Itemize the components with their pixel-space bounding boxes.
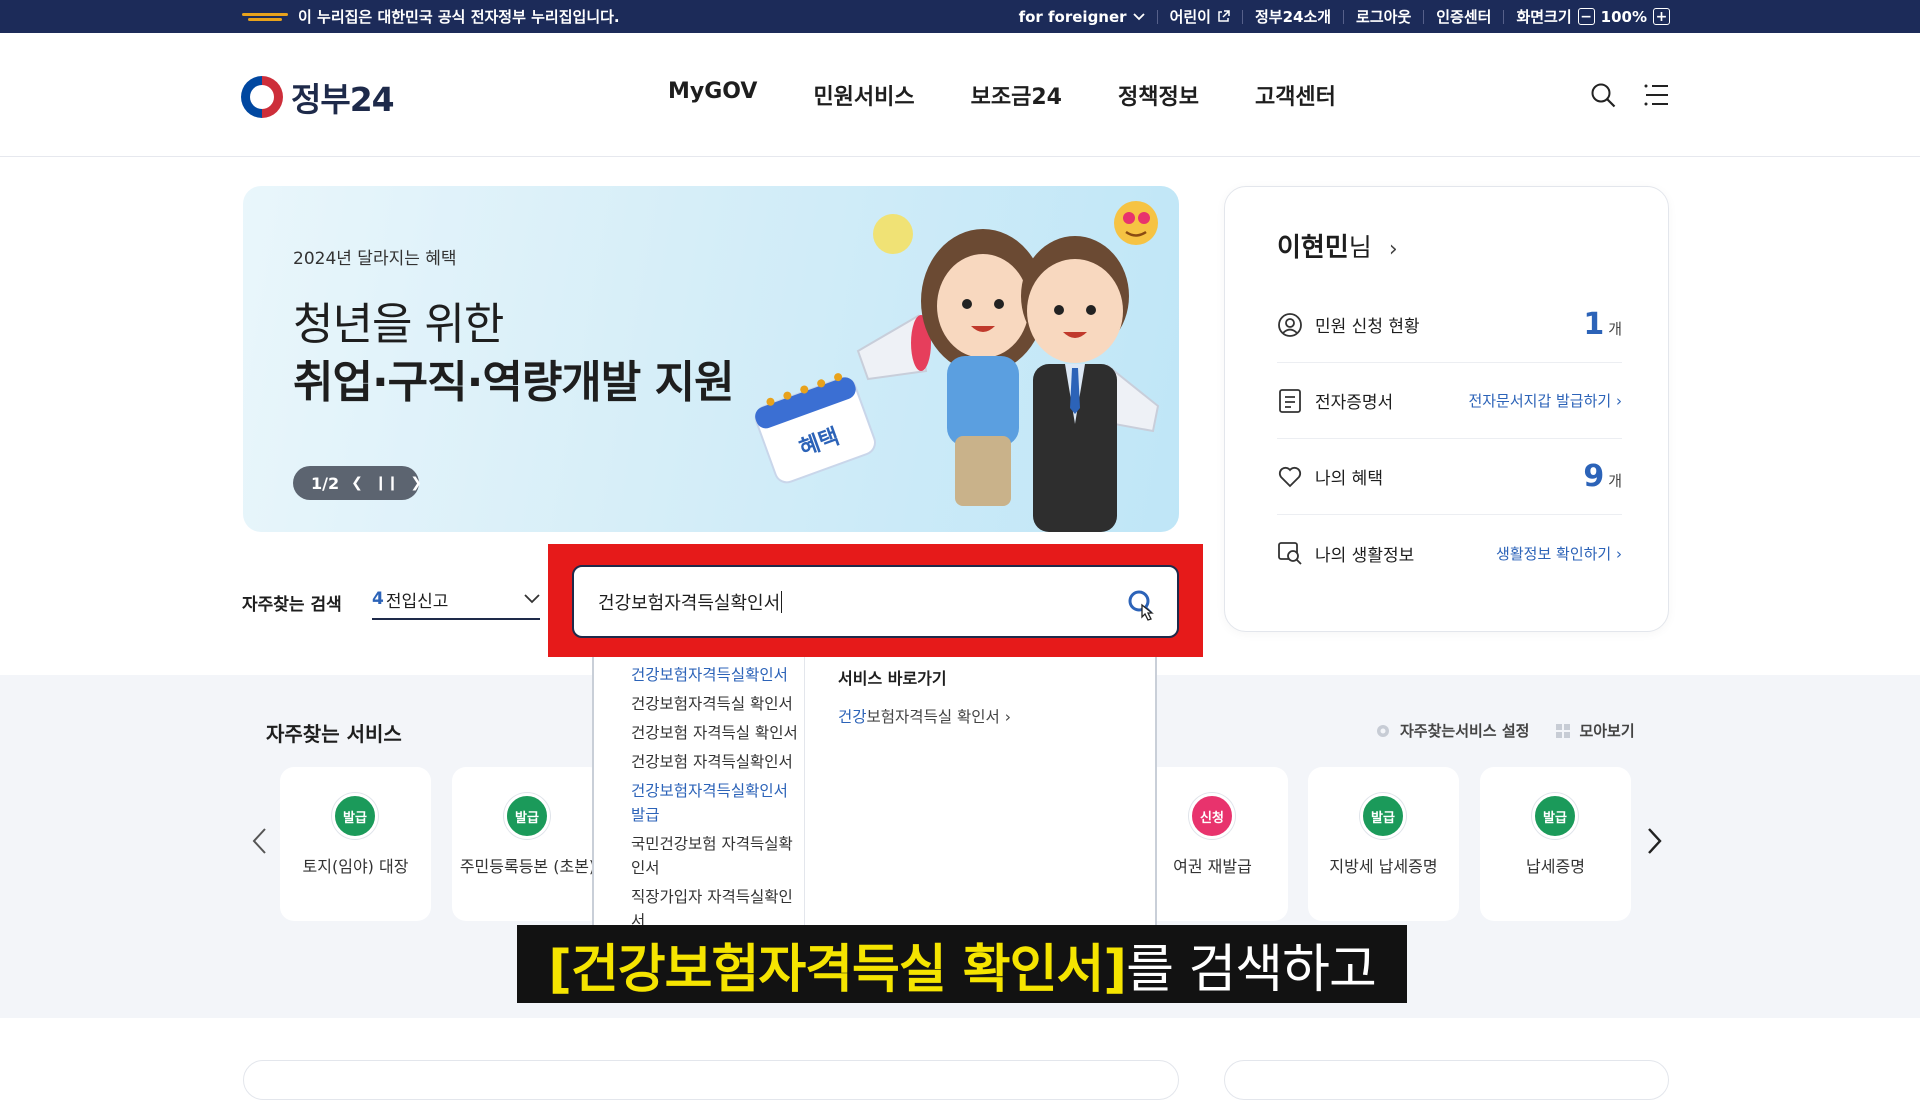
life-info-link[interactable]: 생활정보 확인하기 › <box>1496 543 1622 564</box>
frequent-search-label: 자주찾는 검색 <box>242 595 342 615</box>
nav-subsidy24[interactable]: 보조금24 <box>971 79 1062 111</box>
zoom-out-button[interactable]: − <box>1577 8 1595 25</box>
for-foreigner-link[interactable]: for foreigner <box>1007 9 1158 24</box>
video-subtitle: [건강보험자격득실 확인서] 를 검색하고 <box>517 925 1407 1003</box>
frequent-services-options: 자주찾는서비스 설정 모아보기 <box>1374 720 1635 741</box>
frequent-settings-button[interactable]: 자주찾는서비스 설정 <box>1374 720 1529 741</box>
banner-pager: 1/2 ❮ ❙❙ ❯ <box>293 466 422 500</box>
search-icon[interactable] <box>1589 81 1617 109</box>
issue-badge: 발급 <box>332 793 378 839</box>
chevron-down-icon <box>1132 12 1145 20</box>
kids-link[interactable]: 어린이 <box>1158 9 1243 24</box>
service-card[interactable]: 발급 주민등록등본 (초본) <box>452 767 603 921</box>
user-name-link[interactable]: 이현민님 › <box>1277 227 1398 264</box>
service-card[interactable]: 발급 지방세 납세증명 <box>1308 767 1459 921</box>
service-card-label: 주민등록등본 (초본) <box>459 857 596 876</box>
suggestion-item[interactable]: 직장가입자 자격득실확인서 <box>631 885 801 927</box>
e-certificate-row: 전자증명서 전자문서지갑 발급하기 › <box>1277 363 1622 439</box>
main-nav: MyGOV 민원서비스 보조금24 정책정보 고객센터 <box>668 79 1336 111</box>
promo-banner[interactable]: 2024년 달라지는 혜택 청년을 위한 취업·구직·역량개발 지원 1/2 ❮… <box>243 186 1179 532</box>
suggestion-item[interactable]: 건강보험자격득실 확인서 <box>631 692 801 716</box>
service-shortcut-link[interactable]: 건강보험자격득실 확인서 › <box>838 705 1011 727</box>
lower-side-panel <box>1224 1060 1669 1100</box>
gov-notice-text: 이 누리집은 대한민국 공식 전자정부 누리집입니다. <box>298 8 620 26</box>
suggestion-list: 건강보험자격득실확인서 건강보험자격득실 확인서 건강보험 자격득실 확인서 건… <box>594 657 805 927</box>
service-card-label: 납세증명 <box>1526 857 1585 876</box>
issue-badge: 발급 <box>1360 793 1406 839</box>
carousel-prev-button[interactable] <box>248 826 272 856</box>
life-info-row: 나의 생활정보 생활정보 확인하기 › <box>1277 515 1622 591</box>
suggestion-item[interactable]: 국민건강보험 자격득실확인서 <box>631 832 801 880</box>
subtitle-text: 를 검색하고 <box>1126 939 1377 1000</box>
issue-badge: 발급 <box>504 793 550 839</box>
certificate-center-link[interactable]: 인증센터 <box>1424 9 1505 24</box>
banner-page-indicator: 1/2 <box>311 473 340 493</box>
site-header: 정부24 MyGOV 민원서비스 보조금24 정책정보 고객센터 <box>0 33 1920 157</box>
frequent-search-select[interactable]: 4 전입신고 <box>372 580 540 620</box>
menu-icon[interactable] <box>1642 81 1670 109</box>
banner-subtitle: 2024년 달라지는 혜택 <box>293 249 457 269</box>
pause-button[interactable]: ❙❙ <box>375 475 398 491</box>
search-document-icon <box>1278 542 1302 565</box>
gov-notice-bar: 이 누리집은 대한민국 공식 전자정부 누리집입니다. for foreigne… <box>0 0 1920 33</box>
nav-civil-service[interactable]: 민원서비스 <box>813 79 914 111</box>
view-all-button[interactable]: 모아보기 <box>1555 720 1635 741</box>
zoom-in-button[interactable]: + <box>1653 8 1670 25</box>
application-status-row[interactable]: 민원 신청 현황 1 개 <box>1277 287 1622 363</box>
grid-icon <box>1556 723 1571 738</box>
issue-badge: 발급 <box>1532 793 1578 839</box>
user-circle-icon <box>1278 312 1302 337</box>
gov24-logo[interactable]: 정부24 <box>241 73 395 121</box>
taegeuk-logo-icon <box>241 76 283 118</box>
service-card-label: 지방세 납세증명 <box>1329 857 1438 876</box>
frequent-services-title: 자주찾는 서비스 <box>266 722 402 746</box>
gear-icon <box>1377 724 1389 737</box>
my-benefits-row[interactable]: 나의 혜택 9 개 <box>1277 439 1622 515</box>
service-card-label: 여권 재발급 <box>1173 857 1252 876</box>
lower-panel <box>243 1060 1179 1100</box>
nav-mygov[interactable]: MyGOV <box>668 79 757 111</box>
e-wallet-issue-link[interactable]: 전자문서지갑 발급하기 › <box>1468 390 1622 411</box>
apply-badge: 신청 <box>1189 793 1235 839</box>
chevron-right-icon: › <box>1388 237 1398 262</box>
suggestion-item[interactable]: 건강보험자격득실확인서 발급 <box>631 779 801 827</box>
screen-size-control: 화면크기 − 100% + <box>1504 8 1670 25</box>
zoom-level: 100% <box>1600 7 1647 26</box>
next-slide-button[interactable]: ❯ <box>410 475 422 491</box>
service-card[interactable]: 발급 납세증명 <box>1480 767 1631 921</box>
utility-menu: for foreigner 어린이 정부24소개 로그아웃 인증센터 화면크기 … <box>1007 0 1670 33</box>
service-shortcut-title: 서비스 바로가기 <box>838 669 947 688</box>
service-card[interactable]: 신청 여권 재발급 <box>1137 767 1288 921</box>
carousel-next-button[interactable] <box>1642 826 1666 856</box>
banner-title-line1: 청년을 위한 <box>293 299 504 350</box>
service-card-label: 토지(임야) 대장 <box>302 857 409 876</box>
prev-slide-button[interactable]: ❮ <box>351 475 363 491</box>
suggestion-item[interactable]: 건강보험자격득실확인서 <box>631 663 801 687</box>
gov24-about-link[interactable]: 정부24소개 <box>1243 9 1345 24</box>
subtitle-highlight: [건강보험자격득실 확인서] <box>548 939 1127 1000</box>
external-link-icon <box>1218 10 1230 22</box>
heart-icon <box>1278 466 1302 487</box>
chevron-down-icon <box>524 594 540 604</box>
logout-link[interactable]: 로그아웃 <box>1344 9 1425 24</box>
nav-policy-info[interactable]: 정책정보 <box>1118 79 1199 111</box>
suggestion-item[interactable]: 건강보험 자격득실확인서 <box>631 750 801 774</box>
banner-illustration: 혜택 <box>754 201 1160 532</box>
autocomplete-dropdown: 건강보험자격득실확인서 건강보험자격득실 확인서 건강보험 자격득실 확인서 건… <box>592 657 1157 927</box>
banner-title-line2: 취업·구직·역량개발 지원 <box>293 357 735 408</box>
egov-logo-icon <box>242 9 288 25</box>
service-shortcut: 서비스 바로가기 건강보험자격득실 확인서 › <box>838 665 1011 727</box>
user-summary-panel: 이현민님 › 민원 신청 현황 1 개 전자증명서 전자문서지갑 발급하기 › … <box>1224 186 1669 632</box>
service-card[interactable]: 발급 토지(임야) 대장 <box>280 767 431 921</box>
gov-notice: 이 누리집은 대한민국 공식 전자정부 누리집입니다. <box>242 0 620 33</box>
nav-customer-center[interactable]: 고객센터 <box>1255 79 1336 111</box>
suggestion-item[interactable]: 건강보험 자격득실 확인서 <box>631 721 801 745</box>
search-submit-button[interactable] <box>1125 587 1159 625</box>
text-caret <box>781 590 783 613</box>
document-icon <box>1279 388 1301 413</box>
search-input[interactable]: 건강보험자격득실확인서 <box>572 565 1179 638</box>
